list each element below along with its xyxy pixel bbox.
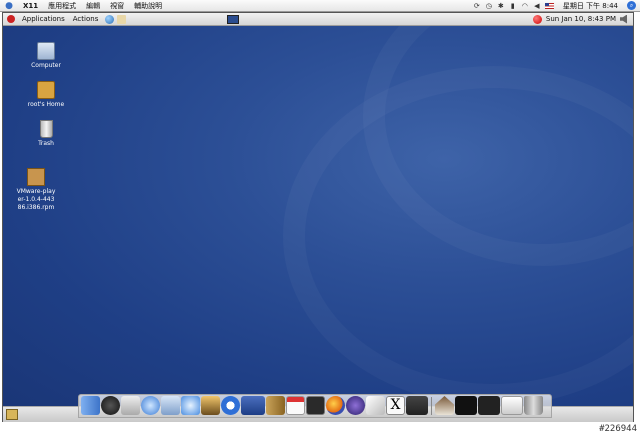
wallpaper-swoosh [283, 66, 633, 406]
panel-datetime[interactable]: Sun Jan 10, 8:43 PM [546, 15, 616, 23]
textedit-icon[interactable] [366, 396, 385, 415]
desktop-icon-trash[interactable]: Trash [16, 120, 76, 148]
home-icon[interactable] [435, 396, 454, 415]
clock-icon[interactable]: ◷ [485, 2, 493, 10]
preview-icon[interactable] [161, 396, 180, 415]
dashboard-icon[interactable] [101, 396, 120, 415]
applications-menu[interactable]: Applications [18, 15, 69, 23]
spotlight-icon[interactable]: ⌕ [627, 1, 636, 10]
bluetooth-icon[interactable]: ✱ [497, 2, 505, 10]
desktop-icon-label: VMware-player-1.0.4-44386.i386.rpm [16, 188, 56, 211]
terminal-icon[interactable] [306, 396, 325, 415]
show-desktop-icon[interactable] [6, 409, 18, 420]
window-thumbnail-icon[interactable] [455, 396, 477, 415]
desktop-icon-home[interactable]: root's Home [16, 81, 76, 109]
iphoto-icon[interactable] [201, 396, 220, 415]
firefox-icon[interactable] [326, 396, 345, 415]
x11-icon[interactable]: X [386, 396, 405, 415]
actions-menu[interactable]: Actions [69, 15, 103, 23]
menu-applications[interactable]: 應用程式 [43, 1, 81, 11]
panel-tray: Sun Jan 10, 8:43 PM [532, 14, 633, 24]
menu-edit[interactable]: 編輯 [81, 1, 105, 11]
safari-icon[interactable] [141, 396, 160, 415]
battery-icon[interactable]: ▮ [509, 2, 517, 10]
ical-icon[interactable] [286, 396, 305, 415]
window-thumbnail-icon[interactable] [478, 396, 500, 415]
sync-icon[interactable]: ⟳ [473, 2, 481, 10]
mac-dock: X [78, 394, 552, 418]
network-icon[interactable] [346, 396, 365, 415]
us-flag-icon[interactable] [544, 2, 554, 9]
desktop-icon-computer[interactable]: Computer [16, 42, 76, 70]
window-thumbnail-icon[interactable] [501, 396, 523, 415]
apple-icon[interactable] [121, 396, 140, 415]
package-icon [27, 168, 45, 186]
desktop-icon-vmware-rpm[interactable]: VMware-player-1.0.4-44386.i386.rpm [16, 168, 56, 212]
itunes-icon[interactable] [181, 396, 200, 415]
apple-menu-icon[interactable]: ● [0, 1, 18, 11]
menu-window[interactable]: 視窗 [105, 1, 129, 11]
sync-app-icon[interactable] [221, 396, 240, 415]
trash-icon [39, 120, 53, 138]
finder-icon[interactable] [81, 396, 100, 415]
notes-icon[interactable] [266, 396, 285, 415]
fedora-logo-icon[interactable] [7, 15, 15, 23]
watermark: #226944 [599, 424, 637, 434]
menubar-status-area: ⟳ ◷ ✱ ▮ ◠ ◀ 星期日 下午 8:44 ⌕ [473, 1, 640, 11]
volume-icon[interactable]: ◀ [533, 2, 541, 10]
web-browser-launcher-icon[interactable] [105, 14, 115, 24]
x11-window: Applications Actions Sun Jan 10, 8:43 PM… [2, 12, 634, 422]
desktop-icon-label: root's Home [27, 101, 65, 108]
computer-icon [37, 42, 55, 60]
menubar-clock[interactable]: 星期日 下午 8:44 [558, 1, 623, 11]
home-folder-icon [37, 81, 55, 99]
dock-trash-icon[interactable] [524, 396, 543, 415]
mail-launcher-icon[interactable] [117, 14, 127, 24]
speaker-icon[interactable] [620, 14, 627, 24]
mac-menubar: ● X11 應用程式 編輯 視窗 輔助說明 ⟳ ◷ ✱ ▮ ◠ ◀ 星期日 下午… [0, 0, 640, 12]
workspace-monitor-icon[interactable] [227, 15, 239, 24]
desktop[interactable]: Computer root's Home Trash VMware-player… [3, 26, 633, 406]
gnome-top-panel: Applications Actions Sun Jan 10, 8:43 PM [3, 13, 633, 26]
menu-app-name[interactable]: X11 [18, 2, 43, 10]
menu-help[interactable]: 輔助說明 [129, 1, 167, 11]
desktop-icon-label: Trash [38, 140, 54, 147]
window-thumbnail-icon[interactable] [406, 396, 428, 415]
calculator-widget-icon[interactable] [241, 396, 265, 415]
screen: ● X11 應用程式 編輯 視窗 輔助說明 ⟳ ◷ ✱ ▮ ◠ ◀ 星期日 下午… [0, 0, 640, 435]
dock-separator [431, 397, 432, 415]
update-notifier-icon[interactable] [532, 14, 542, 24]
wifi-icon[interactable]: ◠ [521, 2, 529, 10]
desktop-icon-label: Computer [31, 62, 61, 69]
